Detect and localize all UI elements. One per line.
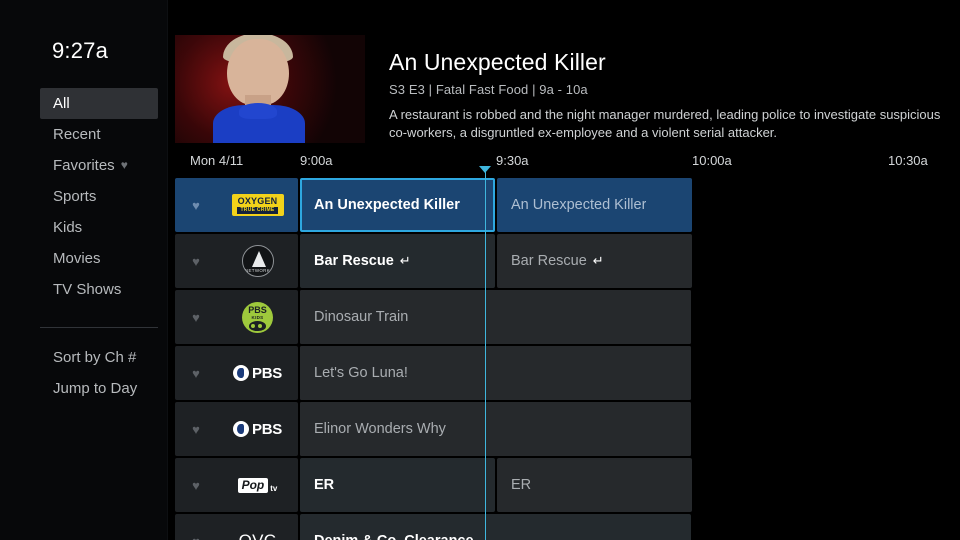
program-cell-title: ER (511, 477, 532, 493)
sidebar-item-movies[interactable]: Movies (40, 243, 160, 274)
sidebar-item-label: Recent (53, 126, 101, 143)
timeline-slot-label: 9:30a (496, 153, 529, 168)
heart-icon[interactable]: ♥ (175, 422, 217, 437)
repeat-icon: ↵ (592, 253, 604, 268)
heart-icon[interactable]: ♥ (175, 310, 217, 325)
grid-row: ♥PBSDonkey HodieNature CatHero Elementar… (175, 346, 960, 400)
pbskids-logo: PBS KIDS (217, 301, 298, 333)
sidebar-divider (40, 327, 158, 328)
heart-icon[interactable]: ♥ (175, 198, 217, 213)
grid-row: ♥QVC Denim & Co. Clearance (175, 514, 960, 540)
channel-cell[interactable]: ♥ PBS (175, 402, 298, 456)
pbs-logo: PBS (217, 365, 298, 382)
sidebar-item-favorites[interactable]: Favorites ♥ (40, 150, 160, 181)
program-cell-title: ER (314, 477, 335, 493)
sidebar-action-label: Sort by Ch # (53, 349, 137, 366)
pbs-logo: PBS (217, 421, 298, 438)
program-detail: An Unexpected Killer S3 E3 | Fatal Fast … (389, 48, 954, 141)
program-cell[interactable]: Elinor Wonders Why (300, 402, 691, 456)
sidebar-item-label: All (53, 95, 70, 112)
sidebar-item-tv-shows[interactable]: TV Shows (40, 274, 160, 305)
grid-row: ♥PBSCurious GeorgeDaniel Tiger's …Donkey… (175, 402, 960, 456)
sidebar-item-all[interactable]: All (40, 88, 158, 119)
now-triangle-icon (479, 166, 491, 173)
thumbnail-art (239, 103, 277, 119)
timeline-slot-label: 10:30a (888, 153, 928, 168)
program-cell[interactable]: ER (300, 458, 495, 512)
oxygen-logo: OXYGEN TRUE CRIME (217, 194, 298, 216)
program-cell[interactable]: An Unexpected Killer (300, 178, 495, 232)
channel-cell[interactable]: ♥ OXYGEN TRUE CRIME (175, 178, 298, 232)
program-cell-title: Bar Rescue (511, 253, 587, 269)
program-cell[interactable]: Bar Rescue ↵ (300, 234, 495, 288)
grid-row: ♥ OXYGEN TRUE CRIME An Unexpected Killer An … (175, 178, 960, 232)
channel-cell[interactable]: ♥ PBS (175, 346, 298, 400)
heart-icon: ♥ (120, 158, 128, 172)
program-cell-title: Denim & Co. Clearance (314, 533, 474, 540)
sidebar-action-label: Jump to Day (53, 380, 138, 397)
timeline-header: Mon 4/11 9:00a 9:30a 10:00a 10:30a (175, 150, 960, 176)
timeline-day-label: Mon 4/11 (190, 153, 244, 168)
channel-cell[interactable]: ♥ Pop tv (175, 458, 298, 512)
sidebar-action-sort-by-ch[interactable]: Sort by Ch # (40, 342, 168, 373)
sidebar-item-label: Movies (53, 250, 101, 267)
heart-icon[interactable]: ♥ (175, 534, 217, 540)
sidebar-item-recent[interactable]: Recent (40, 119, 160, 150)
sidebar-filter-list: All Recent Favorites ♥ Sports Kids Movies TV Sh… (40, 88, 160, 305)
program-cell[interactable]: Let's Go Luna! (300, 346, 691, 400)
program-cell-title: An Unexpected Killer (511, 197, 647, 213)
paramount-logo: NETWORK (217, 245, 298, 277)
program-cell-title: Dinosaur Train (314, 309, 409, 325)
program-cell[interactable]: Denim & Co. Clearance (300, 514, 691, 540)
sidebar-item-label: Sports (53, 188, 97, 205)
sidebar-item-label: TV Shows (53, 281, 122, 298)
program-cell[interactable]: Bar Rescue ↵ (497, 234, 692, 288)
sidebar-action-list: Sort by Ch # Jump to Day (40, 342, 168, 404)
channel-cell[interactable]: ♥ NETWORK (175, 234, 298, 288)
program-cell-title: Let's Go Luna! (314, 365, 408, 381)
channel-cell[interactable]: ♥QVC (175, 514, 298, 540)
channel-cell[interactable]: ♥ PBS KIDS (175, 290, 298, 344)
sidebar-item-label: Favorites (53, 157, 115, 174)
clock: 9:27a (52, 38, 109, 63)
timeline-slot-label: 9:00a (300, 153, 333, 168)
program-thumbnail (175, 35, 365, 143)
program-cell[interactable]: ER (497, 458, 692, 512)
sidebar-item-sports[interactable]: Sports (40, 181, 160, 212)
timeline-slot-label: 10:00a (692, 153, 732, 168)
heart-icon[interactable]: ♥ (175, 366, 217, 381)
heart-icon[interactable]: ♥ (175, 478, 217, 493)
program-cell-title: An Unexpected Killer (314, 197, 460, 213)
grid-row: ♥ Pop tv ER ER (175, 458, 960, 512)
program-cell[interactable]: Dinosaur Train (300, 290, 691, 344)
sidebar-item-label: Kids (53, 219, 83, 236)
heart-icon[interactable]: ♥ (175, 254, 217, 269)
qvc-logo: QVC (217, 531, 298, 540)
sidebar-item-kids[interactable]: Kids (40, 212, 160, 243)
tv-guide-screen: 9:27a All Recent Favorites ♥ Sports Kids Movie… (0, 0, 960, 540)
sidebar-action-jump-to-day[interactable]: Jump to Day (40, 373, 168, 404)
poptv-logo: Pop tv (217, 477, 298, 493)
repeat-icon: ↵ (399, 253, 411, 268)
grid-row: ♥PBSKIDSSesame StreetElinor Wonders WhyC… (175, 290, 960, 344)
program-cell-title: Bar Rescue (314, 253, 394, 269)
grid-row: ♥ NETWORK Bar Rescue ↵ Bar Rescue ↵ (175, 234, 960, 288)
program-cell[interactable]: An Unexpected Killer (497, 178, 692, 232)
program-meta: S3 E3 | Fatal Fast Food | 9a - 10a (389, 82, 588, 97)
program-grid: ♥ OXYGEN TRUE CRIME An Unexpected Killer An … (175, 178, 960, 540)
program-title: An Unexpected Killer (389, 49, 606, 75)
program-description: A restaurant is robbed and the night man… (389, 107, 941, 140)
program-cell-title: Elinor Wonders Why (314, 421, 446, 437)
now-time-line (485, 168, 486, 540)
sidebar: 9:27a All Recent Favorites ♥ Sports Kids Movie… (0, 0, 168, 540)
